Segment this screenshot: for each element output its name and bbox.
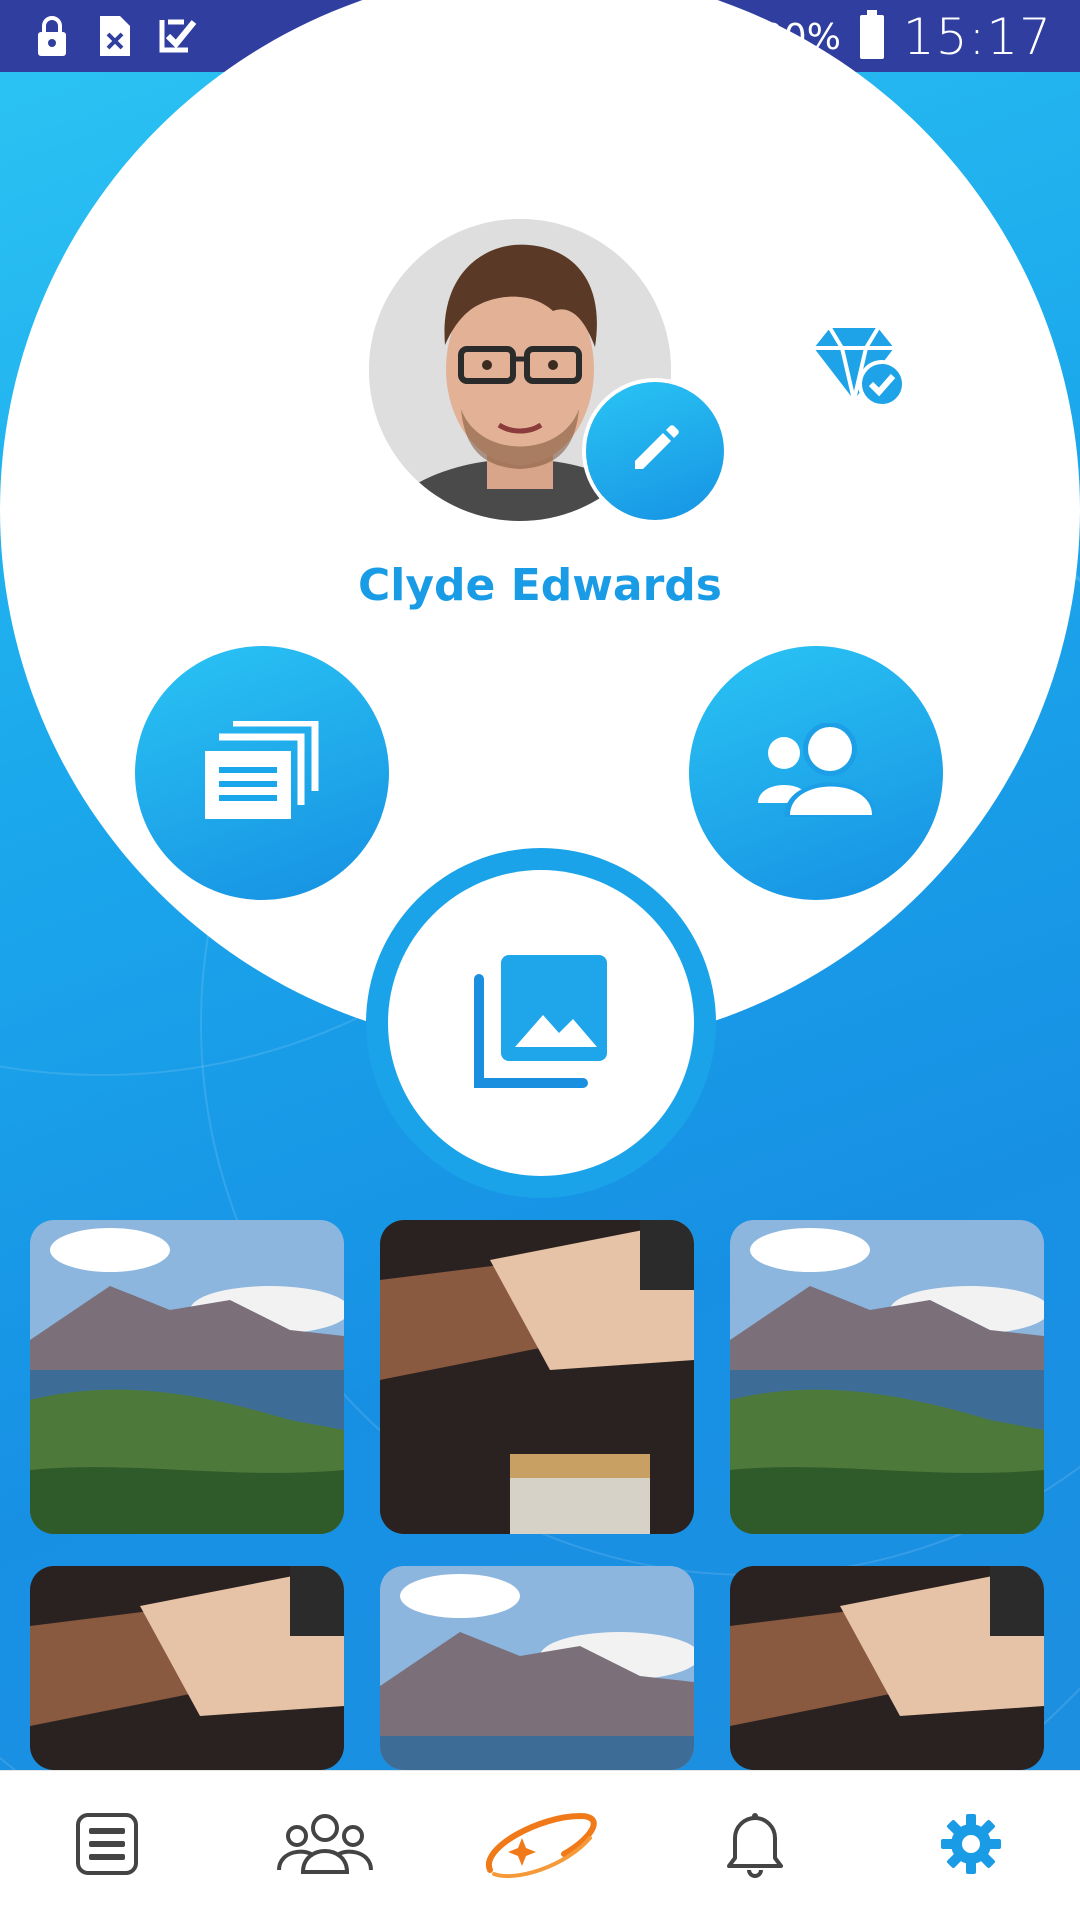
friends-button[interactable] [689, 646, 943, 900]
posts-button[interactable] [135, 646, 389, 900]
groups-icon [277, 1812, 373, 1880]
pencil-icon [627, 421, 683, 481]
battery-icon [859, 10, 885, 64]
diamond-verified-icon [812, 324, 908, 408]
nav-feed[interactable] [52, 1801, 162, 1891]
settings-icon [939, 1812, 1003, 1880]
nav-groups[interactable] [270, 1801, 380, 1891]
home-logo-icon [480, 1804, 600, 1888]
feed-icon [75, 1812, 139, 1880]
sim-error-icon [96, 14, 132, 62]
gallery-item[interactable] [30, 1566, 344, 1770]
lake-photo [380, 1566, 694, 1770]
gallery-item[interactable] [730, 1220, 1044, 1534]
bottom-nav [0, 1770, 1080, 1921]
documents-icon [203, 719, 321, 825]
lake-photo [730, 1220, 1044, 1534]
gallery-item[interactable] [30, 1220, 344, 1534]
gallery-button[interactable] [388, 870, 694, 1176]
nav-settings[interactable] [916, 1801, 1026, 1891]
gallery-item[interactable] [380, 1220, 694, 1534]
nav-home[interactable] [480, 1801, 600, 1891]
notifications-icon [723, 1808, 787, 1884]
gallery-icon [471, 951, 611, 1095]
gallery-item[interactable] [730, 1566, 1044, 1770]
people-icon [756, 722, 876, 823]
task-check-icon [158, 14, 198, 62]
gallery-item[interactable] [380, 1566, 694, 1770]
profile-name: Clyde Edwards [358, 560, 722, 611]
fist-bump-photo [30, 1566, 344, 1770]
lake-photo [30, 1220, 344, 1534]
fist-bump-photo [730, 1566, 1044, 1770]
nav-notifications[interactable] [700, 1801, 810, 1891]
lock-icon [34, 14, 70, 62]
clock: 15:17 [902, 8, 1052, 66]
fist-bump-photo [380, 1220, 694, 1534]
edit-avatar-button[interactable] [586, 382, 724, 520]
